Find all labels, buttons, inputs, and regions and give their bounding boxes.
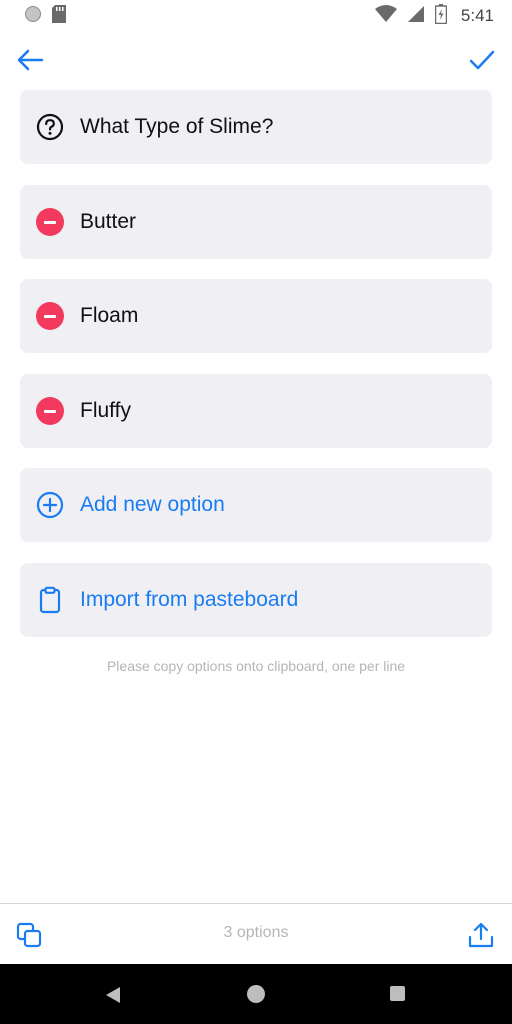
nav-recents-icon[interactable] [390,986,405,1001]
clipboard-icon [36,586,64,614]
notification-dot-icon [24,5,42,28]
import-label: Import from pasteboard [80,588,299,611]
share-icon [468,922,494,948]
nav-back-icon[interactable] [104,986,122,1009]
back-button[interactable] [14,44,46,76]
minus-circle-icon [36,208,64,236]
minus-circle-icon [36,302,64,330]
option-row[interactable]: Fluffy [20,374,492,448]
wifi-icon [374,4,397,28]
option-label: Butter [80,210,137,233]
add-option-button[interactable]: Add new option [20,468,492,542]
system-navigation-bar [0,964,512,1024]
import-pasteboard-button[interactable]: Import from pasteboard [20,563,492,637]
status-bar: 5:41 [0,0,512,32]
remove-option-button[interactable] [36,208,64,236]
battery-icon [434,3,448,29]
question-mark-icon [36,113,64,141]
nav-home-icon[interactable] [247,985,265,1003]
remove-option-button[interactable] [36,397,64,425]
import-hint: Please copy options onto clipboard, one … [106,658,406,674]
signal-icon [407,5,425,28]
question-text: What Type of Slime? [80,115,274,138]
option-label: Fluffy [80,399,131,422]
plus-circle-icon [36,491,64,519]
remove-option-button[interactable] [36,302,64,330]
minus-circle-icon [36,397,64,425]
add-option-label: Add new option [80,493,225,516]
sd-card-icon [52,4,66,28]
option-label: Floam [80,304,139,327]
question-card[interactable]: What Type of Slime? [20,90,492,164]
option-count: 3 options [223,924,289,941]
clock: 5:41 [460,6,494,25]
option-row[interactable]: Butter [20,185,492,259]
option-row[interactable]: Floam [20,279,492,353]
share-button[interactable] [466,920,496,950]
checkmark-icon [469,50,495,70]
bottom-toolbar: 3 options [0,903,512,965]
done-button[interactable] [466,44,498,76]
back-arrow-icon [17,49,44,71]
top-bar [0,40,512,80]
